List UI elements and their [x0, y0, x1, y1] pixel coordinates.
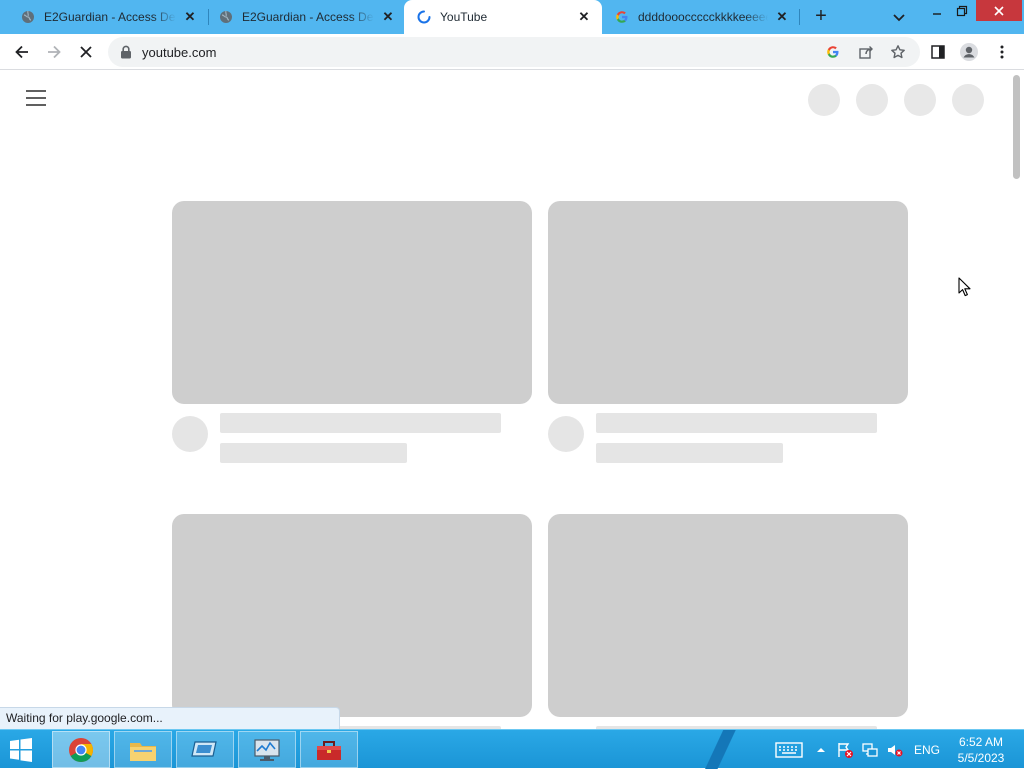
new-tab-button[interactable]: +: [810, 6, 832, 28]
globe-icon: [20, 9, 36, 25]
bookmark-star-icon[interactable]: [889, 43, 907, 61]
loading-spinner-icon: [416, 9, 432, 25]
stop-loading-button[interactable]: [74, 40, 98, 64]
video-thumbnail-placeholder: [548, 514, 908, 717]
volume-muted-icon[interactable]: [884, 730, 906, 769]
browser-toolbar: youtube.com: [0, 34, 1024, 70]
profile-avatar-icon[interactable]: [959, 42, 979, 62]
tab-access-denied-2[interactable]: E2Guardian - Access Denied ✕: [206, 0, 406, 34]
start-button-windows-icon[interactable]: [6, 736, 36, 764]
close-window-button[interactable]: [976, 0, 1022, 21]
video-meta-placeholder: [596, 443, 783, 463]
video-thumbnail-placeholder: [548, 201, 908, 404]
network-icon[interactable]: [859, 730, 881, 769]
globe-icon: [218, 9, 234, 25]
forward-button[interactable]: [42, 40, 66, 64]
video-title-placeholder: [596, 413, 877, 433]
tab-title: YouTube: [440, 10, 488, 24]
page-scrollbar[interactable]: [1010, 71, 1024, 729]
video-meta-placeholder: [220, 443, 407, 463]
channel-avatar-placeholder: [172, 416, 208, 452]
tab-separator: [799, 9, 800, 25]
header-icon-placeholder: [856, 84, 888, 116]
header-icon-placeholder: [904, 84, 936, 116]
mouse-pointer-icon: [958, 277, 972, 297]
side-panel-icon[interactable]: [928, 42, 948, 62]
clock-date: 5/5/2023: [957, 751, 1005, 765]
status-bubble: Waiting for play.google.com...: [0, 707, 340, 729]
video-title-placeholder: [220, 413, 501, 433]
tab-strip: E2Guardian - Access Denied ✕ E2Guardian …: [0, 0, 1024, 34]
tab-title: E2Guardian - Access Denied: [242, 10, 374, 24]
taskbar-chrome-icon[interactable]: [52, 731, 110, 768]
google-g-icon: [614, 9, 630, 25]
taskbar-remote-desktop-icon[interactable]: [176, 731, 234, 768]
page-viewport: [0, 71, 1010, 729]
header-icon-placeholder: [808, 84, 840, 116]
taskbar-toolbox-icon[interactable]: [300, 731, 358, 768]
hamburger-menu-icon[interactable]: [26, 90, 46, 106]
channel-avatar-placeholder: [548, 416, 584, 452]
video-thumbnail-placeholder: [172, 514, 532, 717]
header-icon-placeholder: [952, 84, 984, 116]
tab-access-denied-1[interactable]: E2Guardian - Access Denied ✕: [8, 0, 208, 34]
close-tab-icon[interactable]: ✕: [774, 9, 790, 25]
language-indicator[interactable]: ENG: [910, 730, 944, 769]
close-tab-icon[interactable]: ✕: [576, 9, 592, 25]
taskbar-performance-monitor-icon[interactable]: [238, 731, 296, 768]
google-lens-g-icon[interactable]: [824, 43, 842, 61]
tab-title: E2Guardian - Access Denied: [44, 10, 176, 24]
url-text[interactable]: youtube.com: [142, 45, 216, 60]
system-clock[interactable]: 6:52 AM 5/5/2023: [950, 734, 1012, 766]
taskbar-decoration: [690, 730, 750, 769]
back-button[interactable]: [10, 40, 34, 64]
close-tab-icon[interactable]: ✕: [380, 9, 396, 25]
restore-button[interactable]: [947, 0, 977, 22]
taskbar-file-explorer-icon[interactable]: [114, 731, 172, 768]
clock-time: 6:52 AM: [958, 735, 1004, 749]
tab-google-search[interactable]: ddddoooccccckkkkeeeee ✕: [602, 0, 800, 34]
scrollbar-thumb[interactable]: [1013, 75, 1020, 179]
address-bar[interactable]: youtube.com: [108, 37, 920, 67]
video-thumbnail-placeholder: [172, 201, 532, 404]
lock-icon[interactable]: [120, 45, 132, 59]
action-center-flag-icon[interactable]: [835, 730, 855, 769]
tray-overflow-arrow-icon[interactable]: [814, 730, 828, 769]
close-tab-icon[interactable]: ✕: [182, 9, 198, 25]
menu-kebab-icon[interactable]: [992, 42, 1012, 62]
tab-youtube[interactable]: YouTube ✕: [404, 0, 602, 34]
tab-title: ddddoooccccckkkkeeeee: [638, 10, 768, 24]
tab-search-chevron-icon[interactable]: [889, 7, 909, 27]
windows-taskbar: ENG 6:52 AM 5/5/2023: [0, 729, 1024, 769]
share-icon[interactable]: [857, 43, 875, 61]
on-screen-keyboard-icon[interactable]: [772, 730, 806, 769]
